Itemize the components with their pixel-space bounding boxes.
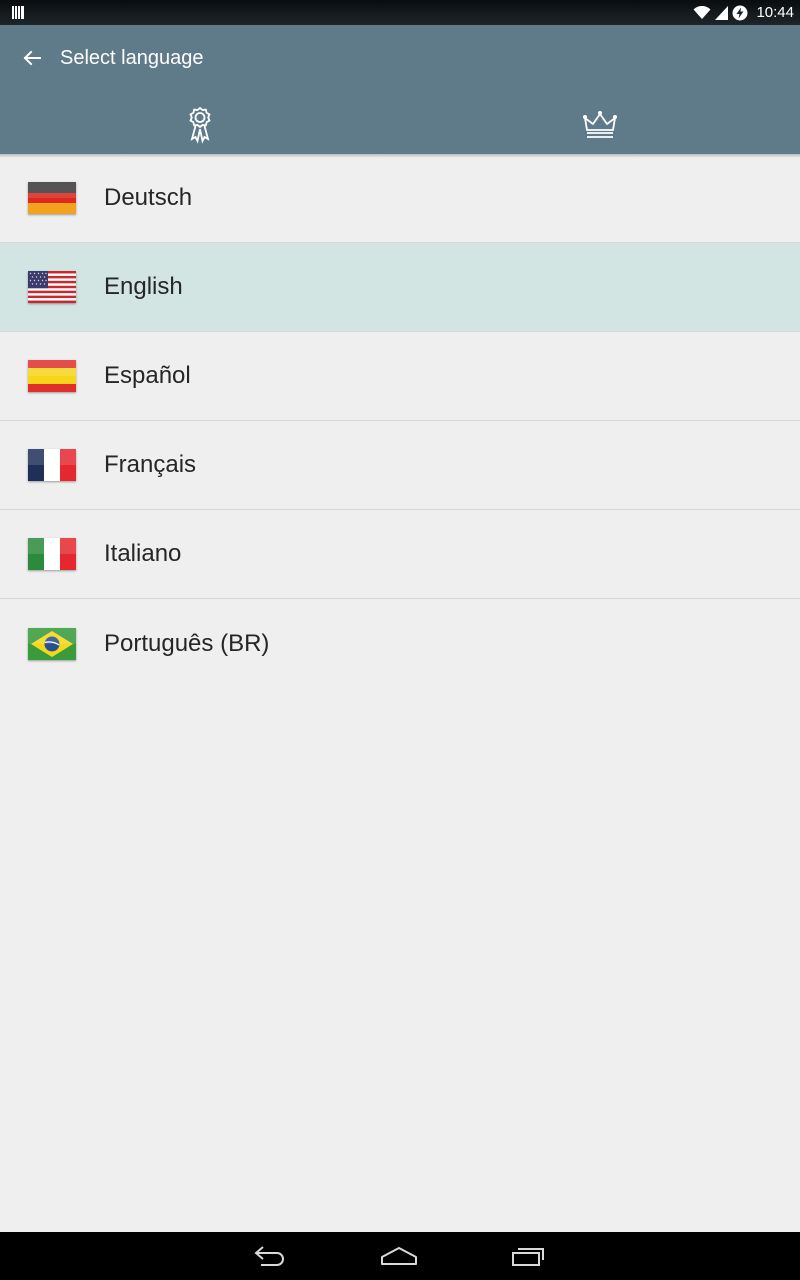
tab-awards[interactable] [0, 95, 400, 154]
language-item-english[interactable]: English [0, 243, 800, 332]
language-label: Español [104, 362, 191, 389]
language-label: Deutsch [104, 184, 193, 211]
language-label: English [104, 273, 183, 300]
france-flag-icon [28, 449, 76, 481]
spain-flag-icon [28, 360, 76, 392]
language-label: Português (BR) [104, 629, 270, 657]
nav-home-button[interactable] [374, 1240, 424, 1272]
page-title: Select language [60, 47, 204, 69]
language-item-deutsch[interactable]: Deutsch [0, 154, 800, 243]
germany-flag-icon [28, 182, 76, 214]
language-label: Italiano [104, 540, 182, 567]
award-ribbon-icon [189, 106, 211, 144]
italy-flag-icon [28, 538, 76, 570]
nav-recent-apps-icon [512, 1248, 544, 1266]
nav-back-icon [254, 1246, 284, 1266]
signal-icon [715, 5, 729, 20]
status-time: 10:44 [756, 4, 794, 21]
language-list: Deutsch English Español Français Italian… [0, 154, 800, 688]
wifi-icon [693, 5, 711, 19]
barcode-icon [12, 6, 24, 19]
language-item-francais[interactable]: Français [0, 421, 800, 510]
status-icons: 10:44 [693, 0, 794, 25]
navigation-bar [0, 1232, 800, 1280]
language-item-italiano[interactable]: Italiano [0, 510, 800, 599]
status-bar: 10:44 [0, 0, 800, 25]
language-item-portugues-br[interactable]: Português (BR) [0, 599, 800, 688]
brazil-flag-icon [28, 627, 76, 660]
arrow-left-icon [23, 50, 41, 66]
app-bar: Select language [0, 25, 800, 154]
nav-home-icon [381, 1247, 417, 1265]
language-item-espanol[interactable]: Español [0, 332, 800, 421]
nav-back-button[interactable] [246, 1240, 296, 1272]
language-label: Français [104, 451, 197, 478]
back-button[interactable] [16, 43, 48, 73]
tab-premium[interactable] [400, 95, 800, 154]
crown-icon [583, 110, 617, 138]
battery-charging-icon [732, 5, 748, 20]
nav-recent-apps-button[interactable] [503, 1240, 553, 1272]
usa-flag-icon [28, 271, 76, 303]
